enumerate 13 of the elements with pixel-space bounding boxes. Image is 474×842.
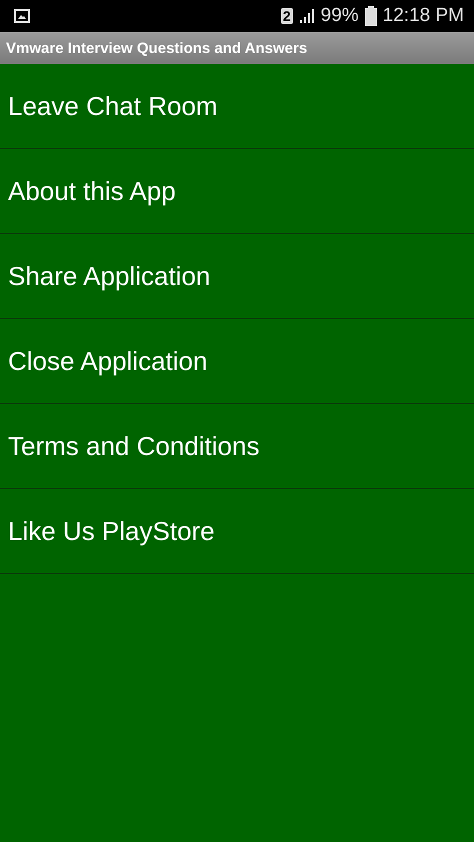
- clock: 12:18 PM: [382, 5, 464, 27]
- battery-percent: 99%: [320, 5, 359, 27]
- menu-item[interactable]: Leave Chat Room: [0, 64, 474, 149]
- menu-item[interactable]: About this App: [0, 149, 474, 234]
- menu-item[interactable]: Like Us PlayStore: [0, 489, 474, 574]
- menu-item[interactable]: Terms and Conditions: [0, 404, 474, 489]
- menu-item[interactable]: Share Application: [0, 234, 474, 319]
- menu-item[interactable]: Close Application: [0, 319, 474, 404]
- battery-icon: [364, 6, 377, 26]
- signal-icon: [298, 8, 315, 24]
- sim-indicator: 2: [280, 8, 293, 24]
- picture-icon: [14, 9, 30, 23]
- app-title-bar: Vmware Interview Questions and Answers: [0, 32, 474, 64]
